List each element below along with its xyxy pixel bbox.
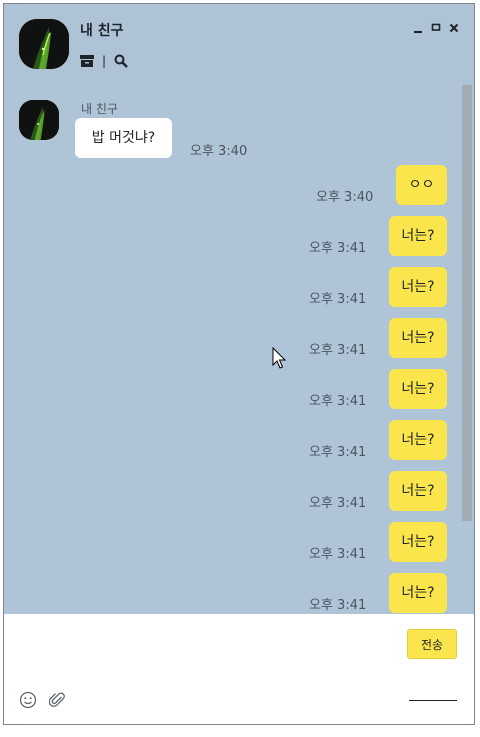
message-time: 오후 3:41 xyxy=(309,445,367,460)
chat-window: 내 친구 | 내 친구 밥 머것냐? 오후 3:40 ㅇㅇ 오후 3:40 너는… xyxy=(3,3,475,725)
message-time: 오후 3:41 xyxy=(309,598,367,613)
search-icon[interactable] xyxy=(112,52,130,70)
message-time: 오후 3:41 xyxy=(309,547,367,562)
header-toolbar: | xyxy=(78,52,130,70)
attachment-icon[interactable] xyxy=(48,690,68,710)
chat-header: 내 친구 | xyxy=(4,4,474,84)
outgoing-message-bubble[interactable]: 너는? xyxy=(389,522,447,562)
outgoing-message-bubble[interactable]: 너는? xyxy=(389,573,447,613)
toolbar-separator: | xyxy=(102,54,107,68)
outgoing-message-bubble[interactable]: 너는? xyxy=(389,369,447,409)
mouse-cursor-icon xyxy=(272,347,287,369)
incoming-message-bubble[interactable]: 밥 머것냐? xyxy=(75,118,172,158)
message-time: 오후 3:41 xyxy=(309,292,367,307)
message-time: 오후 3:40 xyxy=(316,190,374,205)
message-time: 오후 3:41 xyxy=(309,394,367,409)
emoji-icon[interactable] xyxy=(18,690,38,710)
message-time: 오후 3:41 xyxy=(309,343,367,358)
message-list[interactable]: 내 친구 밥 머것냐? 오후 3:40 ㅇㅇ 오후 3:40 너는? 오후 3:… xyxy=(4,84,474,614)
input-divider xyxy=(409,700,457,701)
chat-title: 내 친구 xyxy=(80,23,124,39)
archive-icon[interactable] xyxy=(78,52,96,70)
send-button[interactable]: 전송 xyxy=(407,629,457,659)
message-time: 오후 3:40 xyxy=(190,144,248,159)
close-icon[interactable] xyxy=(448,22,460,34)
profile-avatar[interactable] xyxy=(19,19,69,69)
outgoing-message-bubble[interactable]: 너는? xyxy=(389,267,447,307)
message-list-scrollbar[interactable] xyxy=(462,85,472,521)
sender-name: 내 친구 xyxy=(81,102,118,116)
outgoing-message-bubble[interactable]: 너는? xyxy=(389,318,447,358)
outgoing-message-bubble[interactable]: 너는? xyxy=(389,471,447,511)
maximize-icon[interactable] xyxy=(430,22,442,34)
outgoing-message-bubble[interactable]: 너는? xyxy=(389,216,447,256)
message-time: 오후 3:41 xyxy=(309,496,367,511)
outgoing-message-bubble[interactable]: ㅇㅇ xyxy=(396,165,447,205)
minimize-icon[interactable] xyxy=(412,22,424,34)
window-controls xyxy=(412,22,460,34)
message-time: 오후 3:41 xyxy=(309,241,367,256)
sender-avatar[interactable] xyxy=(19,100,59,140)
outgoing-message-bubble[interactable]: 너는? xyxy=(389,420,447,460)
message-input-area[interactable]: 전송 xyxy=(4,614,474,724)
